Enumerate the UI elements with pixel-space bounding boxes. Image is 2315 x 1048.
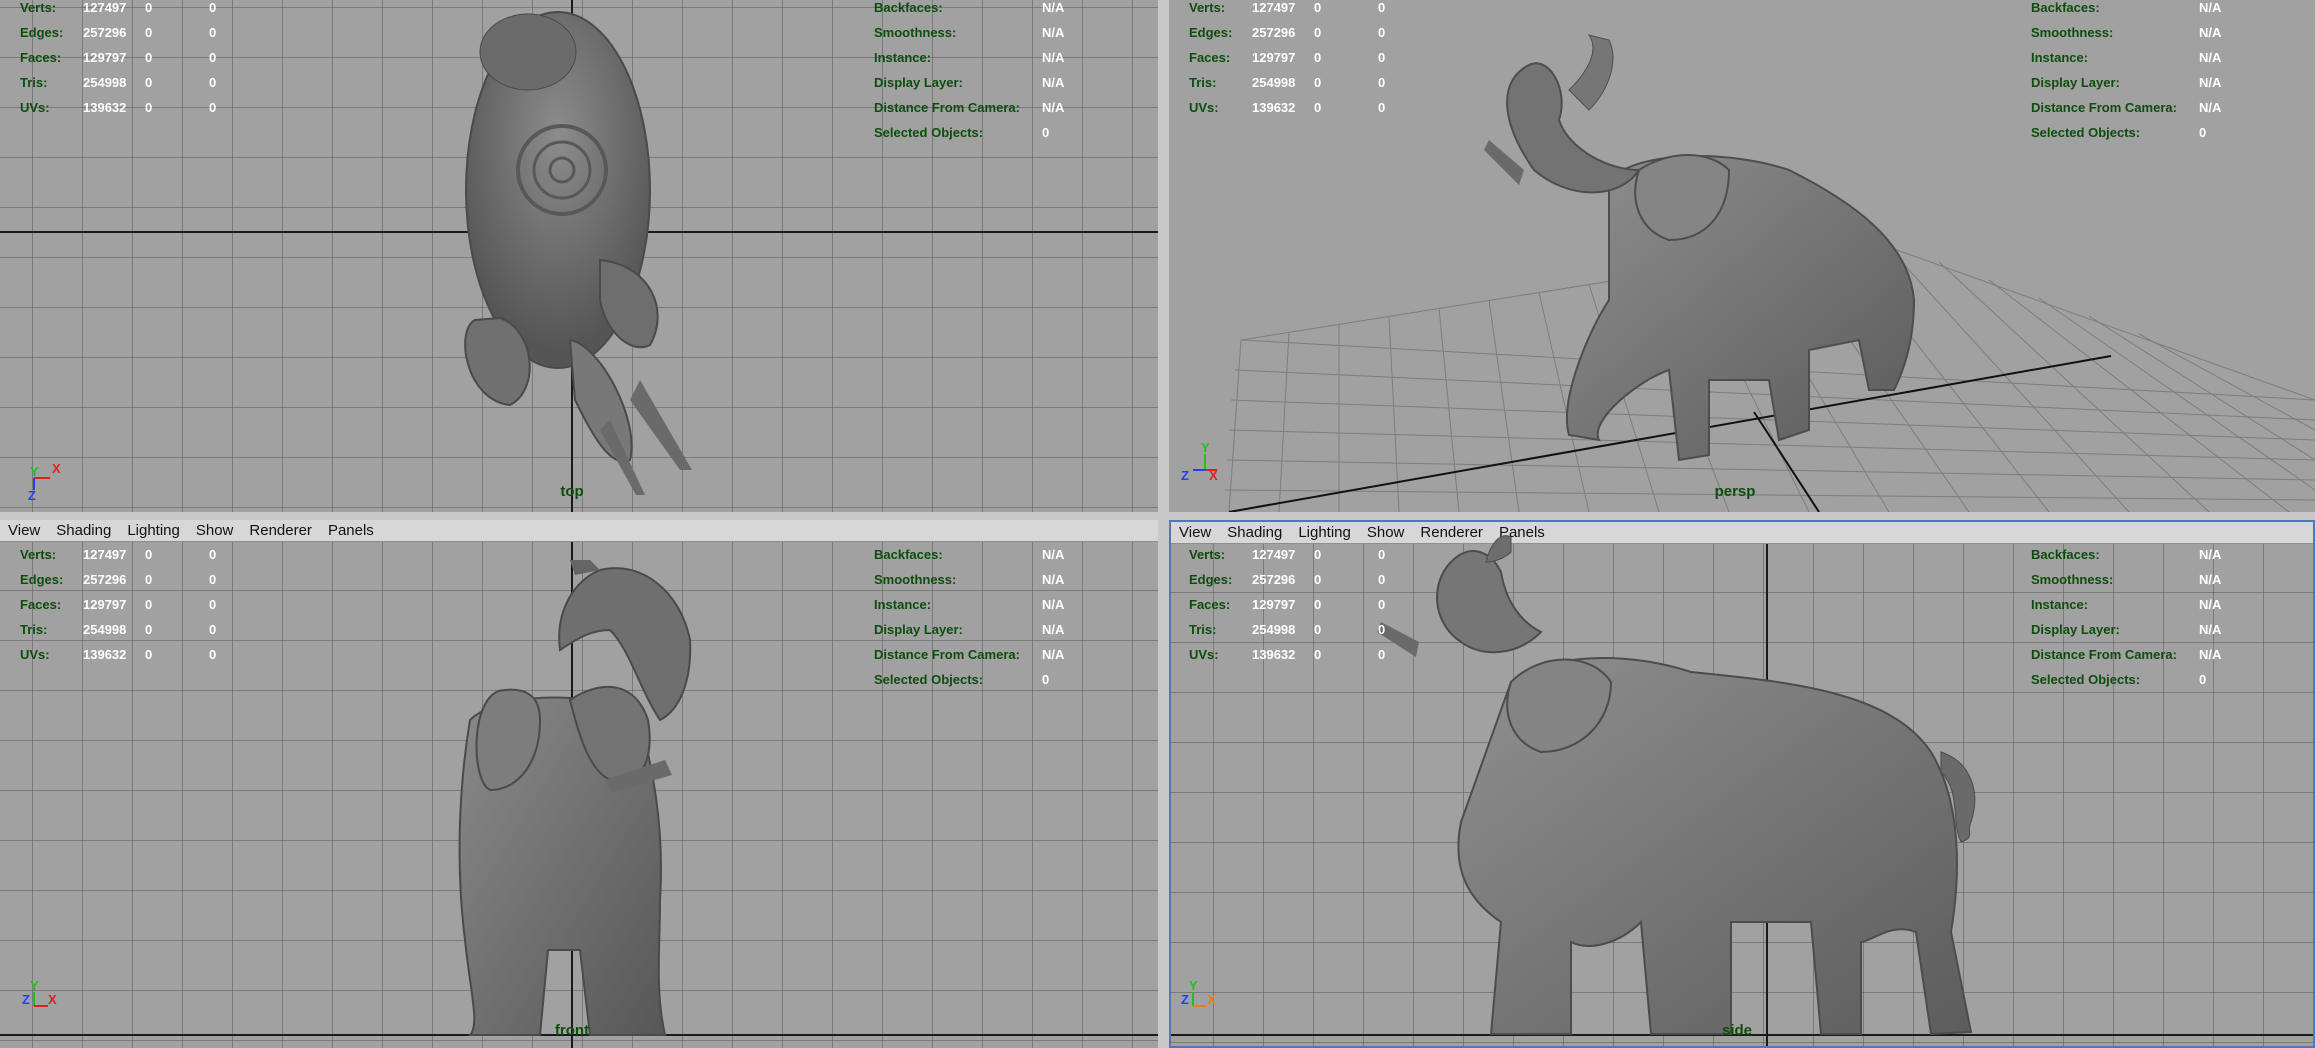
hud-row-selected-objects: Selected Objects: 0 bbox=[874, 672, 1050, 687]
hud-row-edges: Edges: 257296 0 0 bbox=[20, 572, 217, 587]
hud-row-verts: Verts: 127497 0 0 bbox=[20, 547, 217, 562]
hud-row-display-layer: Display Layer: N/A bbox=[2031, 622, 2222, 637]
viewport-front[interactable]: View Shading Lighting Show Renderer Pane… bbox=[0, 520, 1158, 1048]
hud-row-edges: Edges: 257296 0 0 bbox=[1189, 572, 1386, 587]
hud-row-edges: Edges: 257296 0 0 bbox=[20, 25, 217, 40]
hud-row-tris: Tris: 254998 0 0 bbox=[20, 622, 217, 637]
hud-row-faces: Faces: 129797 0 0 bbox=[1189, 597, 1386, 612]
hud-row-smoothness: Smoothness: N/A bbox=[2031, 572, 2222, 587]
hud-row-instance: Instance: N/A bbox=[874, 50, 1065, 65]
hud-row-verts: Verts: 127497 0 0 bbox=[1189, 0, 1386, 15]
viewport-splitter-horizontal[interactable] bbox=[0, 512, 2315, 520]
axis-gizmo-icon: Y X Z bbox=[1181, 440, 1218, 483]
axis-gizmo-icon: Y X Z bbox=[22, 980, 57, 1007]
svg-text:Z: Z bbox=[28, 488, 36, 502]
viewport-persp[interactable]: Verts: 127497 0 0 Edges: 257296 0 0 Faces: 1297… bbox=[1169, 0, 2315, 512]
hud-row-faces: Faces: 129797 0 0 bbox=[20, 50, 217, 65]
viewport-splitter-vertical[interactable] bbox=[1158, 0, 1169, 1048]
svg-text:Y: Y bbox=[30, 980, 39, 993]
camera-label-top: top bbox=[560, 483, 584, 500]
hud-row-uvs: UVs: 139632 0 0 bbox=[1189, 100, 1386, 115]
hud-row-backfaces: Backfaces: N/A bbox=[874, 0, 1065, 15]
svg-text:X: X bbox=[1209, 468, 1218, 483]
hud-row-distance-from-camera: Distance From Camera: N/A bbox=[874, 100, 1065, 115]
hud-row-selected-objects: Selected Objects: 0 bbox=[2031, 672, 2207, 687]
hud-row-backfaces: Backfaces: N/A bbox=[2031, 547, 2222, 562]
hud-row-smoothness: Smoothness: N/A bbox=[2031, 25, 2222, 40]
hud-row-tris: Tris: 254998 0 0 bbox=[1189, 622, 1386, 637]
hud-stats: Verts: 127497 0 0 Edges: 257296 0 0 Faces: 1297… bbox=[20, 542, 229, 667]
hud-row-instance: Instance: N/A bbox=[2031, 50, 2222, 65]
camera-label-side: side bbox=[1721, 1022, 1753, 1039]
hud-row-verts: Verts: 127497 0 0 bbox=[1189, 547, 1386, 562]
hud-object-info: Backfaces: N/A Smoothness: N/A Instance: N/… bbox=[2031, 542, 2221, 692]
hud-row-backfaces: Backfaces: N/A bbox=[2031, 0, 2222, 15]
hud-stats: Verts: 127497 0 0 Edges: 257296 0 0 Faces: 1297… bbox=[1189, 0, 1398, 120]
hud-row-tris: Tris: 254998 0 0 bbox=[20, 75, 217, 90]
svg-text:Z: Z bbox=[1181, 992, 1189, 1007]
hud-row-selected-objects: Selected Objects: 0 bbox=[2031, 125, 2207, 140]
hud-row-instance: Instance: N/A bbox=[874, 597, 1065, 612]
hud-row-tris: Tris: 254998 0 0 bbox=[1189, 75, 1386, 90]
svg-text:X: X bbox=[52, 461, 61, 476]
hud-row-distance-from-camera: Distance From Camera: N/A bbox=[874, 647, 1065, 662]
hud-stats: Verts: 127497 0 0 Edges: 257296 0 0 Faces: 1297… bbox=[20, 0, 229, 120]
hud-row-smoothness: Smoothness: N/A bbox=[874, 25, 1065, 40]
hud-row-display-layer: Display Layer: N/A bbox=[874, 622, 1065, 637]
viewport-side[interactable]: View Shading Lighting Show Renderer Pane… bbox=[1169, 520, 2315, 1048]
hud-row-verts: Verts: 127497 0 0 bbox=[20, 0, 217, 15]
hud-row-backfaces: Backfaces: N/A bbox=[874, 547, 1065, 562]
svg-text:Z: Z bbox=[1181, 468, 1189, 483]
axis-gizmo-icon: X Y Z bbox=[28, 461, 61, 502]
hud-row-instance: Instance: N/A bbox=[2031, 597, 2222, 612]
viewport-top[interactable]: Verts: 127497 0 0 Edges: 257296 0 0 Faces: 1297… bbox=[0, 0, 1158, 512]
hud-row-distance-from-camera: Distance From Camera: N/A bbox=[2031, 647, 2222, 662]
axis-gizmo-icon: Y X Z bbox=[1181, 980, 1216, 1007]
svg-text:X: X bbox=[48, 992, 57, 1007]
svg-text:Y: Y bbox=[30, 464, 39, 479]
hud-row-uvs: UVs: 139632 0 0 bbox=[20, 647, 217, 662]
hud-row-selected-objects: Selected Objects: 0 bbox=[874, 125, 1050, 140]
hud-row-distance-from-camera: Distance From Camera: N/A bbox=[2031, 100, 2222, 115]
hud-object-info: Backfaces: N/A Smoothness: N/A Instance: N/… bbox=[874, 0, 1064, 145]
svg-text:Y: Y bbox=[1189, 980, 1198, 993]
hud-object-info: Backfaces: N/A Smoothness: N/A Instance: N/… bbox=[2031, 0, 2221, 145]
svg-text:Z: Z bbox=[22, 992, 30, 1007]
hud-row-display-layer: Display Layer: N/A bbox=[874, 75, 1065, 90]
svg-text:X: X bbox=[1207, 992, 1216, 1007]
hud-row-faces: Faces: 129797 0 0 bbox=[1189, 50, 1386, 65]
hud-object-info: Backfaces: N/A Smoothness: N/A Instance: N/… bbox=[874, 542, 1064, 692]
hud-stats: Verts: 127497 0 0 Edges: 257296 0 0 Faces: 1297… bbox=[1189, 542, 1398, 667]
svg-text:Y: Y bbox=[1201, 440, 1210, 455]
hud-row-smoothness: Smoothness: N/A bbox=[874, 572, 1065, 587]
camera-label-persp: persp bbox=[1714, 483, 1756, 500]
hud-row-edges: Edges: 257296 0 0 bbox=[1189, 25, 1386, 40]
hud-row-uvs: UVs: 139632 0 0 bbox=[1189, 647, 1386, 662]
hud-row-faces: Faces: 129797 0 0 bbox=[20, 597, 217, 612]
camera-label-front: front bbox=[554, 1022, 590, 1039]
hud-row-display-layer: Display Layer: N/A bbox=[2031, 75, 2222, 90]
hud-row-uvs: UVs: 139632 0 0 bbox=[20, 100, 217, 115]
